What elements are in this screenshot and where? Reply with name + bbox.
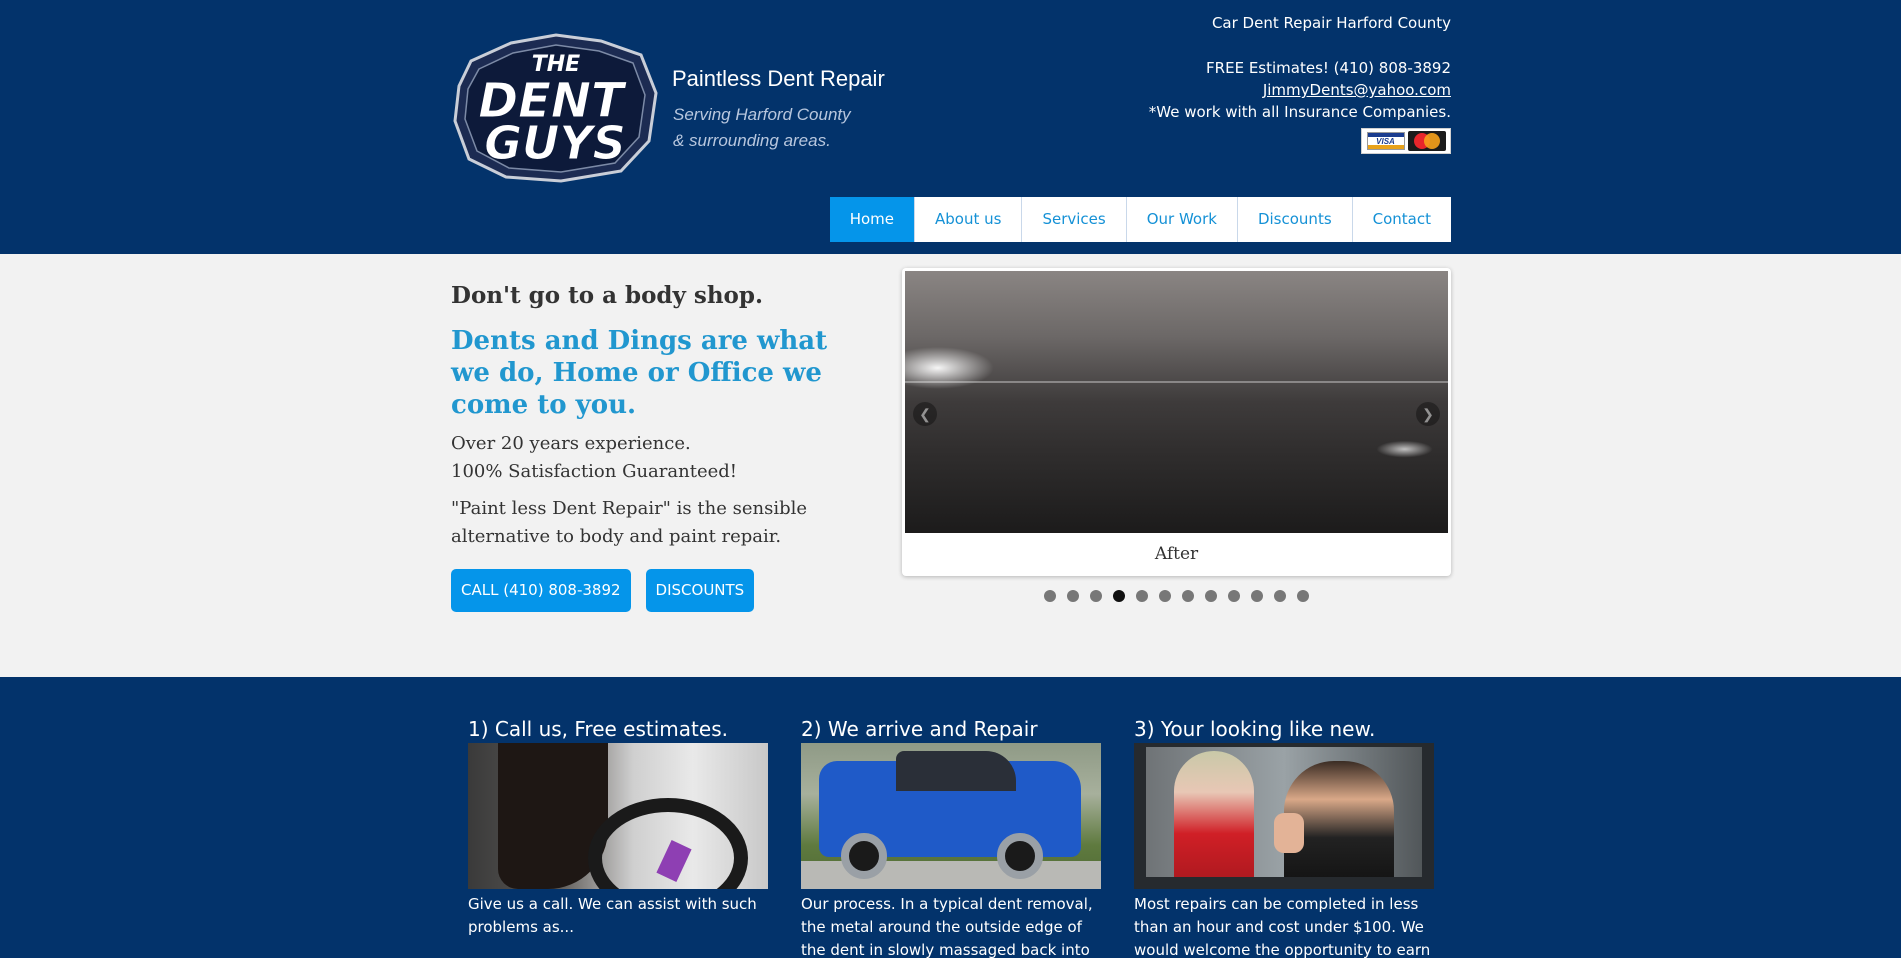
step-title: 2) We arrive and Repair xyxy=(801,717,1038,741)
slide-image: ❮ ❯ xyxy=(905,271,1448,533)
hero-paragraph: "Paint less Dent Repair" is the sensible… xyxy=(451,498,808,547)
slider-dot[interactable] xyxy=(1113,590,1125,602)
step-1: 1) Call us, Free estimates. Give us a ca… xyxy=(468,717,768,939)
nav-item-services[interactable]: Services xyxy=(1021,197,1126,242)
slider-dot[interactable] xyxy=(1274,590,1286,602)
main-nav: Home About us Services Our Work Discount… xyxy=(829,197,1451,242)
nav-item-our-work[interactable]: Our Work xyxy=(1125,197,1237,242)
visa-label: VISA xyxy=(1376,137,1395,146)
site-heading: Car Dent Repair Harford County xyxy=(1211,14,1451,32)
guarantee-line: 100% Satisfaction Guaranteed! xyxy=(451,461,738,482)
hero-features: Over 20 years experience. 100% Satisfact… xyxy=(451,430,851,486)
chevron-left-icon[interactable]: ❮ xyxy=(913,402,937,426)
step-title: 1) Call us, Free estimates. xyxy=(468,717,728,741)
step-text: Our process. In a typical dent removal, … xyxy=(801,895,1093,958)
slider-dot[interactable] xyxy=(1251,590,1263,602)
nav-item-home[interactable]: Home xyxy=(829,197,915,242)
slider-dot[interactable] xyxy=(1228,590,1240,602)
nav-item-about-us[interactable]: About us xyxy=(914,197,1022,242)
site-header: THE DENT GUYS Paintless Dent Repair Serv… xyxy=(0,0,1901,254)
image-slider: ❮ ❯ After xyxy=(902,268,1451,576)
payment-cards: VISA xyxy=(1361,128,1451,154)
step-2: 2) We arrive and Repair Our process. In … xyxy=(801,717,1101,958)
insurance-note: *We work with all Insurance Companies. xyxy=(1148,103,1451,121)
contact-block: Car Dent Repair Harford County FREE Esti… xyxy=(1149,12,1451,123)
slider-dot[interactable] xyxy=(1182,590,1194,602)
nav-item-contact[interactable]: Contact xyxy=(1351,197,1451,242)
hero-text: Don't go to a body shop. Dents and Dings… xyxy=(451,280,851,551)
slider-dot[interactable] xyxy=(1297,590,1309,602)
hero-subheading: Dents and Dings are what we do, Home or … xyxy=(451,326,828,420)
visa-card-icon: VISA xyxy=(1366,132,1405,150)
nav-item-discounts[interactable]: Discounts xyxy=(1236,197,1352,242)
mastercard-icon xyxy=(1407,131,1446,151)
slider-dot[interactable] xyxy=(1159,590,1171,602)
experience-line: Over 20 years experience. xyxy=(451,433,691,454)
step-text: Most repairs can be completed in less th… xyxy=(1134,895,1431,958)
tagline-subtitle: Serving Harford County & surrounding are… xyxy=(673,102,851,154)
slider-dot[interactable] xyxy=(1067,590,1079,602)
hero-buttons: CALL (410) 808-3892 DISCOUNTS xyxy=(451,569,755,612)
dent-guys-logo[interactable]: THE DENT GUYS xyxy=(451,31,661,183)
slider-dots xyxy=(1044,590,1309,602)
chevron-right-icon[interactable]: ❯ xyxy=(1416,402,1440,426)
step-image-happy-customers xyxy=(1134,743,1434,889)
call-button[interactable]: CALL (410) 808-3892 xyxy=(451,569,631,612)
step-text: Give us a call. We can assist with such … xyxy=(468,895,757,936)
free-estimates-phone: FREE Estimates! (410) 808-3892 xyxy=(1206,59,1451,77)
step-3: 3) Your looking like new. Most repairs c… xyxy=(1134,717,1434,958)
step-image-truck xyxy=(801,743,1101,889)
email-link[interactable]: JimmyDents@yahoo.com xyxy=(1263,81,1451,99)
slider-dot[interactable] xyxy=(1136,590,1148,602)
tagline-sub-line: & surrounding areas. xyxy=(673,131,831,150)
hero-heading: Don't go to a body shop. xyxy=(451,282,763,309)
slide-caption: After xyxy=(1154,544,1199,564)
step-title: 3) Your looking like new. xyxy=(1134,717,1376,741)
tagline-sub-line: Serving Harford County xyxy=(673,105,851,124)
discounts-button[interactable]: DISCOUNTS xyxy=(645,569,755,612)
slider-dot[interactable] xyxy=(1090,590,1102,602)
slider-dot[interactable] xyxy=(1044,590,1056,602)
step-image-phone-driver xyxy=(468,743,768,889)
slider-dot[interactable] xyxy=(1205,590,1217,602)
tagline-title: Paintless Dent Repair xyxy=(672,66,885,91)
svg-text:GUYS: GUYS xyxy=(484,116,626,170)
